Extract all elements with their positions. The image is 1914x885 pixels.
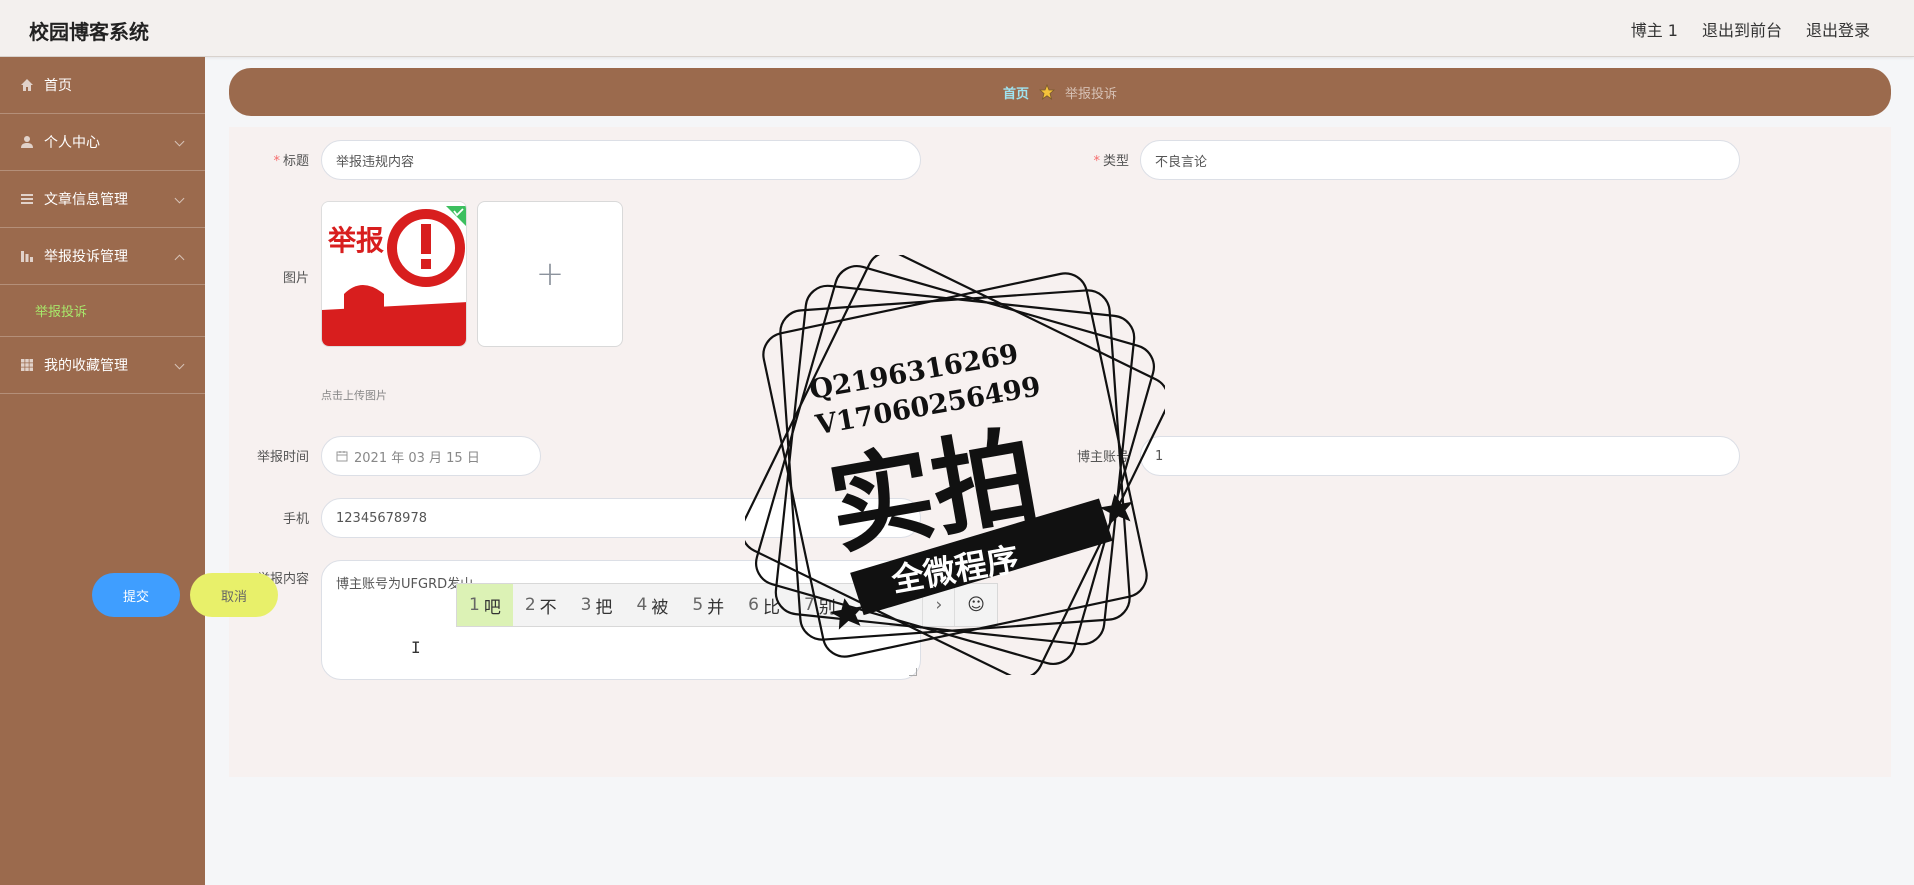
- sidebar-item-label: 文章信息管理: [44, 192, 128, 208]
- report-time-label: 举报时间: [256, 450, 309, 465]
- phone-input[interactable]: 12345678978: [321, 498, 921, 538]
- breadcrumb-home[interactable]: 首页: [1003, 83, 1029, 102]
- sidebar-item-label: 个人中心: [44, 135, 100, 151]
- grid-icon: [20, 358, 34, 372]
- thumb-label: 举报: [327, 224, 384, 257]
- sidebar-item-label: 举报投诉管理: [44, 249, 128, 265]
- upload-hint: 点击上传图片: [321, 389, 387, 402]
- exit-to-front-link[interactable]: 退出到前台: [1702, 17, 1782, 41]
- ime-candidate[interactable]: 6比: [736, 584, 792, 626]
- uploaded-image[interactable]: 举报: [321, 201, 467, 347]
- report-form: * 标题 举报违规内容 * 类型 不良言论 图片 举报 + 点击上传图片 举报时间 …: [229, 127, 1891, 777]
- ime-candidate[interactable]: 1吧: [457, 584, 513, 626]
- top-header: 校园博客系统 博主 1 退出到前台 退出登录: [0, 0, 1914, 57]
- ime-candidate[interactable]: 2不: [513, 584, 569, 626]
- list-icon: [20, 192, 34, 206]
- chevron-down-icon: [174, 136, 185, 147]
- sidebar-item-favorites[interactable]: 我的收藏管理: [0, 337, 205, 394]
- image-label: 图片: [282, 271, 309, 286]
- calendar-icon: [336, 450, 348, 462]
- header-nav: 博主 1 退出到前台 退出登录: [1631, 17, 1870, 41]
- ime-candidate-bar: 1吧 2不 3把 4被 5并 6比 7别 › ☺: [456, 583, 998, 627]
- star-icon: [1038, 83, 1056, 100]
- resize-handle[interactable]: [909, 668, 917, 676]
- title-input[interactable]: 举报违规内容: [321, 140, 921, 180]
- ime-candidate[interactable]: 3把: [569, 584, 625, 626]
- breadcrumb: 首页 举报投诉: [229, 68, 1891, 116]
- submit-button[interactable]: 提交: [92, 573, 180, 617]
- sidebar-item-reports[interactable]: 举报投诉管理: [0, 228, 205, 285]
- sidebar-item-label: 我的收藏管理: [44, 358, 128, 374]
- text-cursor-icon: I: [411, 638, 421, 657]
- ime-candidate[interactable]: 4被: [624, 584, 680, 626]
- home-icon: [20, 78, 34, 92]
- chevron-down-icon: [174, 359, 185, 370]
- app-title: 校园博客系统: [29, 20, 149, 44]
- user-name[interactable]: 博主 1: [1631, 17, 1678, 41]
- account-label: 博主账号: [1076, 450, 1129, 465]
- sidebar-item-label: 首页: [44, 78, 72, 94]
- plus-icon: +: [535, 254, 565, 294]
- ime-emoji-icon[interactable]: ☺: [954, 584, 997, 626]
- account-input[interactable]: 1: [1140, 436, 1740, 476]
- phone-label: 手机: [282, 512, 309, 527]
- breadcrumb-current: 举报投诉: [1065, 86, 1118, 102]
- cancel-button[interactable]: 取消: [190, 573, 278, 617]
- type-input[interactable]: 不良言论: [1140, 140, 1740, 180]
- title-label: * 标题: [273, 154, 309, 169]
- report-time-picker[interactable]: 2021 年 03 月 15 日: [321, 436, 541, 476]
- user-icon: [20, 135, 34, 149]
- image-upload-button[interactable]: +: [477, 201, 623, 347]
- sidebar: 首页 个人中心 文章信息管理 举报投诉管理 举报投诉 我的收藏管理: [0, 57, 205, 885]
- type-label: * 类型: [1093, 154, 1129, 169]
- chevron-down-icon: [174, 193, 185, 204]
- sidebar-item-home[interactable]: 首页: [0, 57, 205, 114]
- ime-candidate[interactable]: 7别: [792, 584, 848, 626]
- chevron-up-icon: [174, 254, 185, 265]
- ime-candidate[interactable]: 5并: [680, 584, 736, 626]
- sidebar-item-profile[interactable]: 个人中心: [0, 114, 205, 171]
- ime-next-page-icon[interactable]: ›: [922, 584, 954, 626]
- sidebar-item-articles[interactable]: 文章信息管理: [0, 171, 205, 228]
- logout-link[interactable]: 退出登录: [1806, 17, 1870, 41]
- sidebar-subitem-report[interactable]: 举报投诉: [0, 285, 205, 337]
- chart-icon: [20, 249, 34, 263]
